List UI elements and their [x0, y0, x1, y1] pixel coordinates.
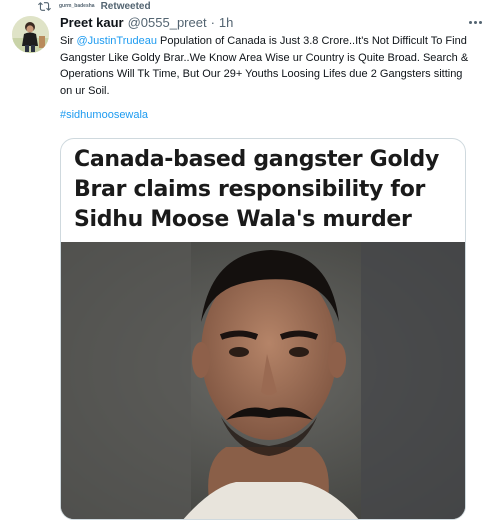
display-name[interactable]: Preet kaur: [60, 15, 124, 30]
tweet-text-start: Sir: [60, 35, 77, 47]
media-photo[interactable]: [61, 242, 465, 519]
avatar[interactable]: [12, 16, 49, 53]
retweeted-label: Retweeted: [100, 0, 151, 12]
user-handle[interactable]: @0555_preet: [128, 15, 207, 30]
hashtag-link[interactable]: #sidhumoosewala: [60, 109, 480, 121]
retweet-indicator: gurm_badesha Retweeted: [38, 0, 151, 12]
tweet[interactable]: Preet kaur @0555_preet · 1h Sir @JustinT…: [60, 14, 482, 121]
portrait-image: [61, 242, 465, 519]
media-card[interactable]: Canada-based gangster Goldy Brar claims …: [60, 138, 466, 520]
tweet-text: Sir @JustinTrudeau Population of Canada …: [60, 33, 472, 99]
media-headline: Canada-based gangster Goldy Brar claims …: [74, 147, 439, 232]
tweet-header: Preet kaur @0555_preet · 1h: [60, 14, 480, 30]
tweet-time[interactable]: 1h: [219, 15, 233, 30]
retweet-icon: [38, 1, 51, 11]
avatar-image: [12, 16, 49, 53]
retweeter-name[interactable]: gurm_badesha: [59, 3, 95, 9]
separator-dot: ·: [210, 14, 215, 30]
more-icon[interactable]: [468, 14, 486, 30]
mention-link[interactable]: @JustinTrudeau: [77, 35, 157, 47]
